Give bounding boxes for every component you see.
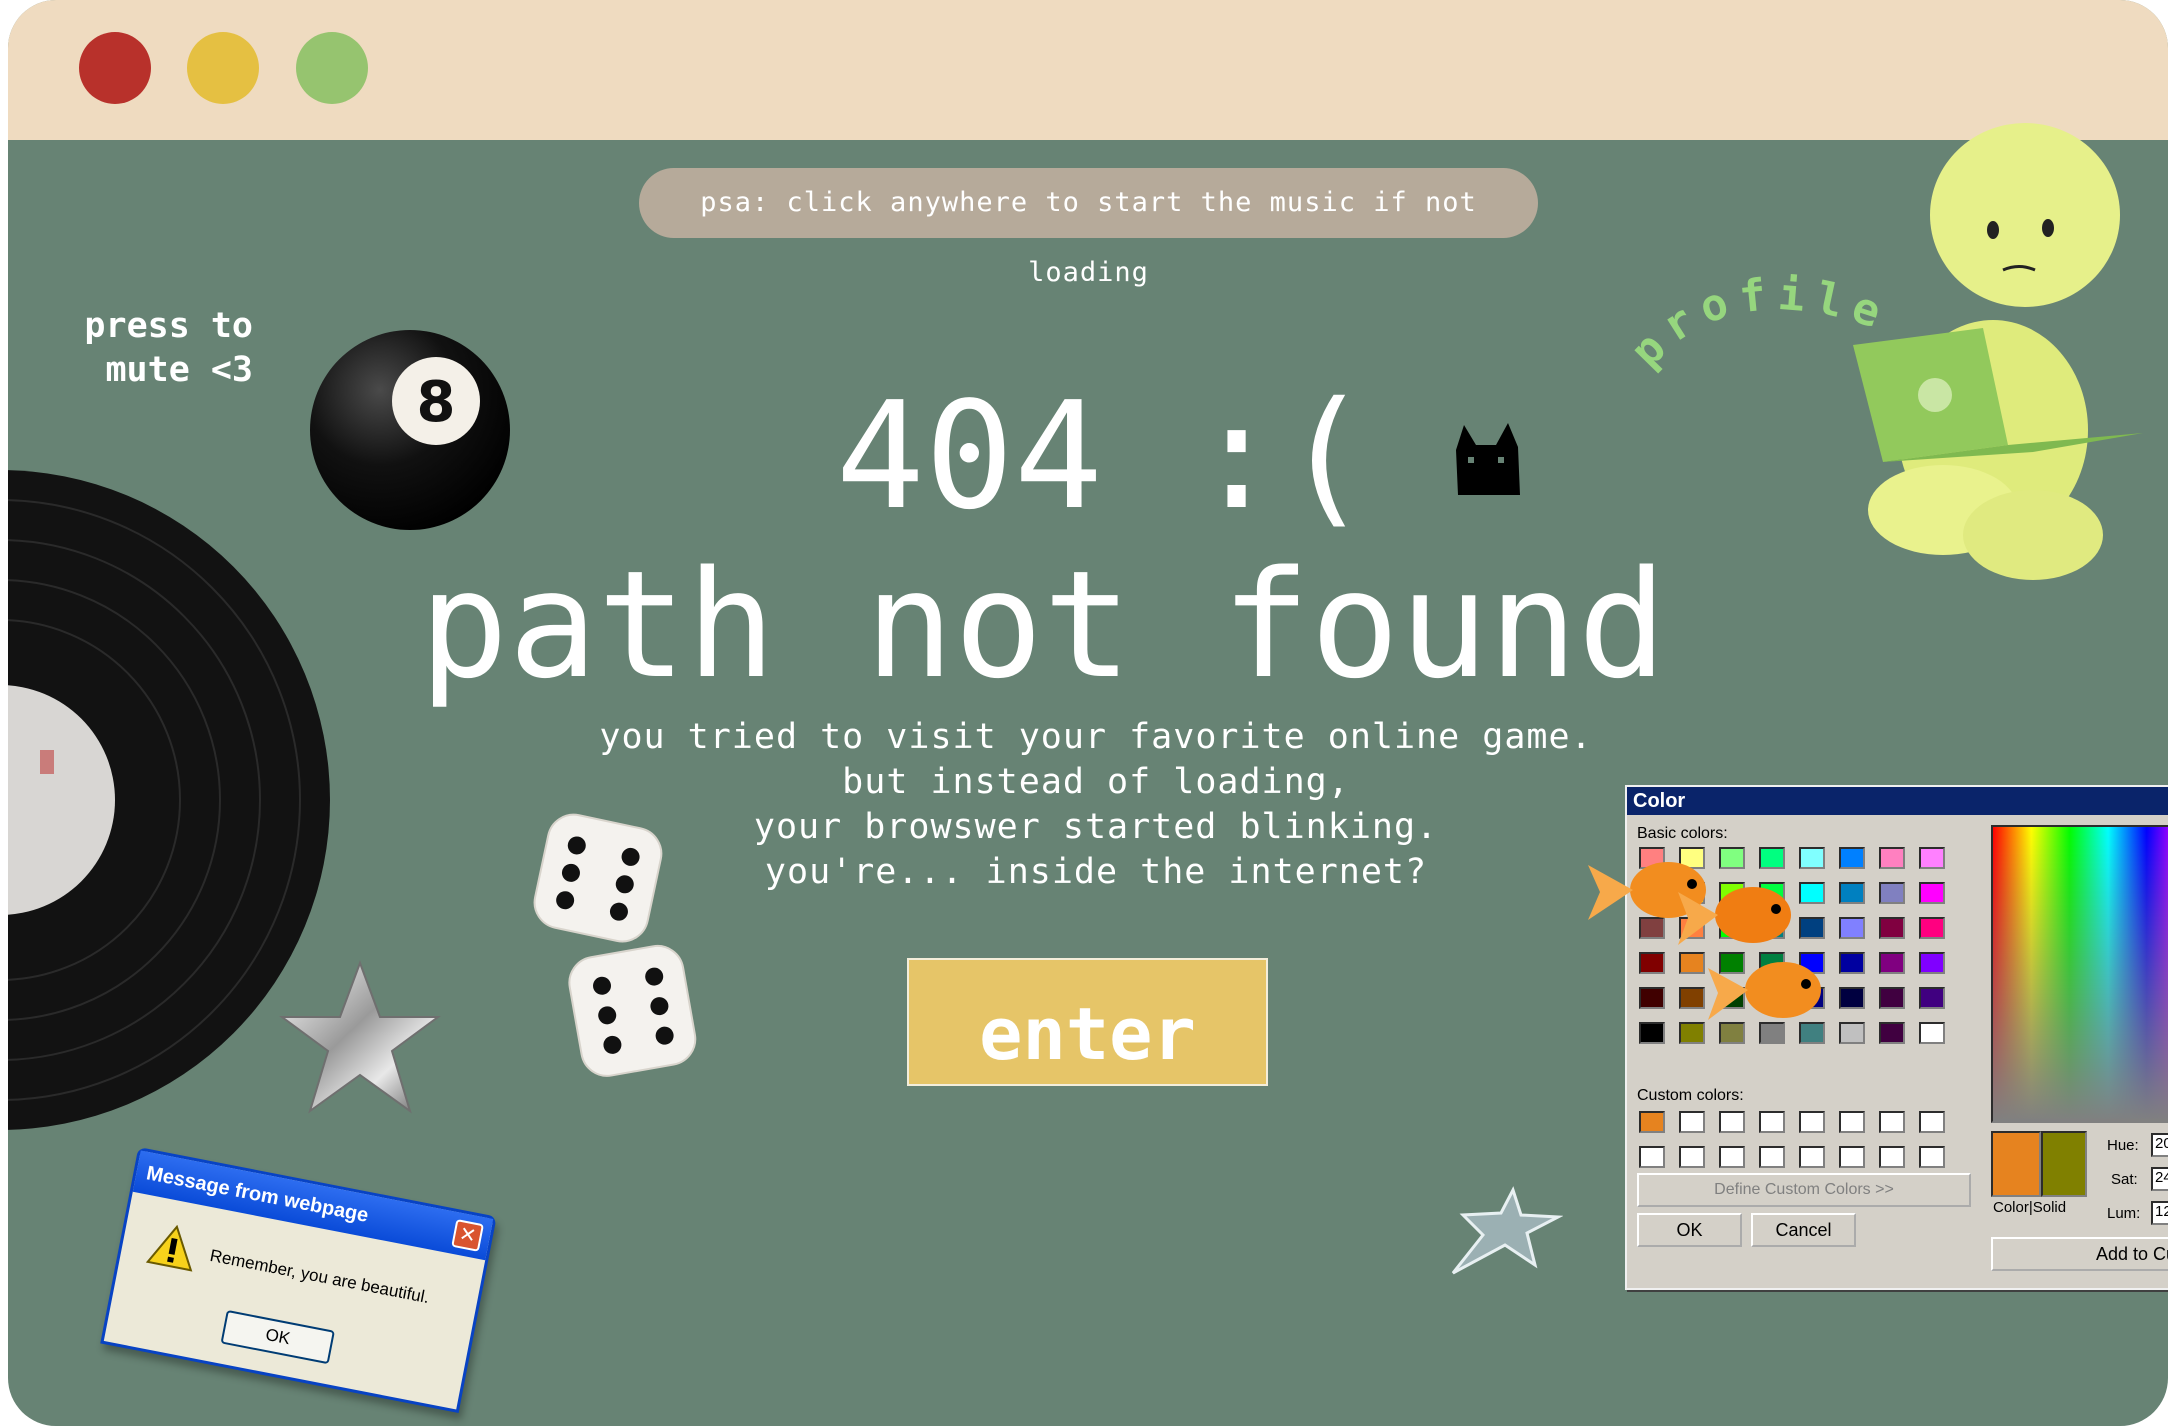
define-custom-colors-button[interactable]: Define Custom Colors >> <box>1637 1173 1971 1207</box>
chrome-star-icon <box>1451 1186 1563 1275</box>
color-ok-button[interactable]: OK <box>1637 1213 1742 1247</box>
color-swatch[interactable] <box>1919 952 1945 974</box>
lum-label: Lum: <box>2107 1205 2141 1222</box>
color-swatch[interactable] <box>1919 1022 1945 1044</box>
color-swatch[interactable] <box>1879 1111 1905 1133</box>
enter-button[interactable]: enter <box>907 958 1268 1086</box>
color-cancel-button[interactable]: Cancel <box>1751 1213 1856 1247</box>
color-swatch[interactable] <box>1919 847 1945 869</box>
page-title: path not found <box>419 539 1667 711</box>
color-swatch[interactable] <box>1839 1111 1865 1133</box>
solid-preview <box>2041 1131 2087 1197</box>
color-swatch[interactable] <box>1919 1146 1945 1168</box>
chrome-star-icon <box>278 960 442 1114</box>
goldfish-icon <box>1588 862 1821 1020</box>
color-swatch[interactable] <box>1839 1146 1865 1168</box>
color-swatch[interactable] <box>1919 987 1945 1009</box>
color-swatch[interactable] <box>1679 1111 1705 1133</box>
color-swatch[interactable] <box>1799 1111 1825 1133</box>
warning-icon <box>145 1224 193 1272</box>
color-swatch[interactable] <box>1879 987 1905 1009</box>
color-swatch[interactable] <box>1879 882 1905 904</box>
color-swatch[interactable] <box>1679 1146 1705 1168</box>
message-line: you tried to visit your favorite online … <box>599 717 1593 757</box>
color-swatch[interactable] <box>1879 1022 1905 1044</box>
color-preview <box>1991 1131 2041 1197</box>
close-icon[interactable]: ✕ <box>451 1219 485 1252</box>
color-solid-label: Color|Solid <box>1993 1199 2067 1216</box>
message-ok-button[interactable]: OK <box>220 1309 335 1365</box>
color-swatch[interactable] <box>1919 917 1945 939</box>
custom-colors-label: Custom colors: <box>1637 1087 1744 1104</box>
message-box: Message from webpage ✕ Remember, you are… <box>100 1147 497 1413</box>
close-window-button[interactable] <box>79 32 151 104</box>
page-content[interactable]: psa: click anywhere to start the music i… <box>8 123 2168 1426</box>
error-code: 404 :( <box>835 370 1371 542</box>
add-to-custom-colors-button[interactable]: Add to Cus <box>1991 1237 2168 1271</box>
color-swatch[interactable] <box>1639 1111 1665 1133</box>
color-swatch[interactable] <box>1759 1111 1785 1133</box>
mute-label-line1: press to <box>84 306 253 346</box>
lum-input[interactable]: 12 <box>2151 1201 2168 1225</box>
color-dialog-title: Color <box>1627 787 2168 815</box>
color-swatch[interactable] <box>1919 882 1945 904</box>
color-swatch[interactable] <box>1719 1111 1745 1133</box>
color-swatch[interactable] <box>1919 1111 1945 1133</box>
color-swatch[interactable] <box>1719 1146 1745 1168</box>
hue-input[interactable]: 20 <box>2151 1133 2168 1157</box>
minimize-window-button[interactable] <box>187 32 259 104</box>
sat-input[interactable]: 24 <box>2151 1167 2168 1191</box>
message-box-text: Remember, you are beautiful. <box>208 1245 431 1308</box>
color-swatch[interactable] <box>1879 1146 1905 1168</box>
color-swatch[interactable] <box>1879 952 1905 974</box>
color-swatch[interactable] <box>1759 1146 1785 1168</box>
hue-label: Hue: <box>2107 1137 2139 1154</box>
sat-label: Sat: <box>2111 1171 2138 1188</box>
psa-banner: psa: click anywhere to start the music i… <box>639 168 1538 288</box>
color-spectrum[interactable] <box>1991 825 2168 1123</box>
maximize-window-button[interactable] <box>296 32 368 104</box>
color-swatch[interactable] <box>1799 1146 1825 1168</box>
dice-icon <box>533 813 697 1077</box>
color-swatch[interactable] <box>1879 917 1905 939</box>
color-swatch[interactable] <box>1639 1146 1665 1168</box>
browser-window: psa: click anywhere to start the music i… <box>8 0 2168 1426</box>
color-swatch[interactable] <box>1879 847 1905 869</box>
